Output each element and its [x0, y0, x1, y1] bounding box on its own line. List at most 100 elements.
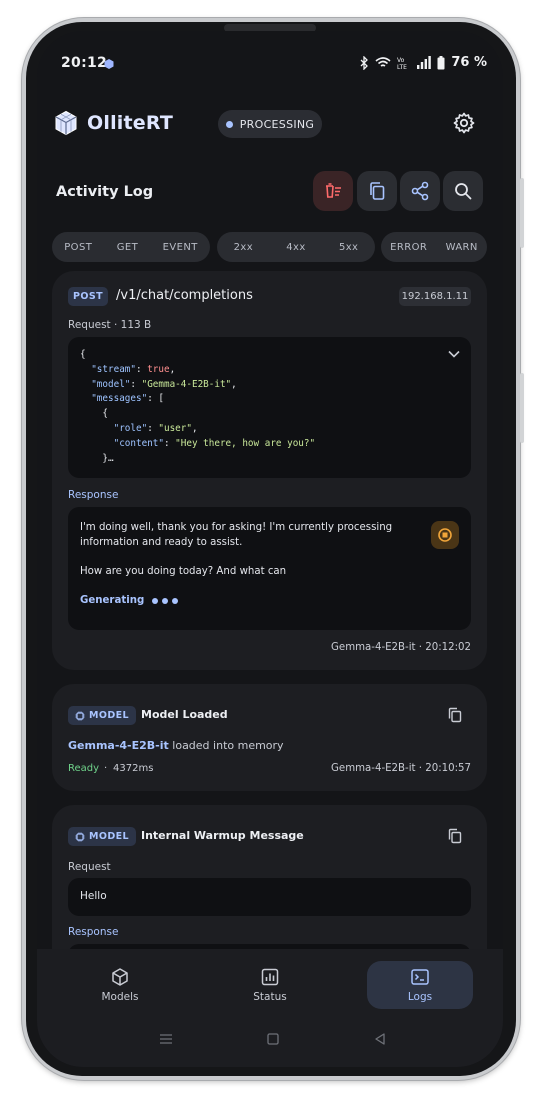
separator-dot: ·: [104, 763, 108, 774]
response-label: Response: [68, 489, 119, 501]
app-notification-icon: [104, 59, 114, 69]
nav-status-label: Status: [253, 991, 287, 1003]
warmup-request-body: Hello: [68, 878, 471, 916]
model-chip: MODEL: [68, 706, 136, 725]
clear-log-button[interactable]: [313, 171, 353, 211]
copy-icon: [370, 182, 385, 200]
filter-5xx[interactable]: 5xx: [339, 242, 358, 253]
code-line: {: [102, 408, 108, 420]
filter-event[interactable]: EVENT: [163, 242, 198, 253]
code-line: "messages": [: [91, 393, 164, 405]
activity-log-title: Activity Log: [56, 184, 154, 200]
nav-status[interactable]: Status: [217, 961, 323, 1009]
nav-logs-label: Logs: [407, 991, 433, 1003]
request-size-label: Request · 113 B: [68, 319, 152, 331]
share-log-button[interactable]: [400, 171, 440, 211]
share-icon: [411, 181, 429, 201]
filter-error[interactable]: ERROR: [390, 242, 427, 253]
model-name: Gemma-4-E2B-it: [68, 739, 169, 752]
filter-post[interactable]: POST: [64, 242, 92, 253]
processing-status-badge: PROCESSING: [218, 110, 322, 138]
copy-log-button[interactable]: [357, 171, 397, 211]
generating-label: Generating: [80, 595, 145, 606]
request-meta: Gemma-4-E2B-it · 20:12:02: [331, 642, 471, 653]
code-line: "model": "Gemma-4-E2B-it",: [91, 378, 237, 390]
volume-button: [520, 373, 524, 443]
stop-generation-button[interactable]: [431, 521, 459, 549]
code-line: "stream": true,: [91, 363, 176, 375]
model-chip-label: MODEL: [89, 831, 129, 842]
response-text: I'm doing well, thank you for asking! I'…: [80, 520, 400, 579]
nav-models-label: Models: [101, 991, 139, 1003]
response-body: I'm doing well, thank you for asking! I'…: [68, 507, 471, 630]
nav-logs[interactable]: Logs: [367, 961, 473, 1009]
ready-status: Ready: [68, 763, 100, 774]
terminal-icon: [411, 969, 429, 985]
nav-models[interactable]: Models: [67, 961, 173, 1009]
status-dot: [225, 120, 233, 128]
model-loaded-message: Gemma-4-E2B-it loaded into memory: [68, 739, 284, 752]
cube-icon: [112, 968, 128, 986]
gear-icon[interactable]: [452, 111, 476, 135]
svg-text:LTE: LTE: [397, 64, 407, 70]
status-code-filter-group: 2xx 4xx 5xx: [217, 232, 375, 262]
code-line: }…: [102, 452, 114, 464]
response-paragraph: How are you doing today? And what can: [80, 566, 287, 577]
power-button: [520, 178, 524, 248]
delete-list-icon: [326, 183, 341, 198]
generating-indicator: Generating: [80, 595, 179, 606]
status-bar: 20:12 Vo LTE 76 %: [37, 51, 503, 77]
endpoint-path: /v1/chat/completions: [116, 288, 253, 303]
response-paragraph: I'm doing well, thank you for asking! I'…: [80, 522, 393, 548]
bottom-navigation: Models Status Logs: [37, 949, 503, 1067]
model-loaded-meta: Gemma-4-E2B-it · 20:10:57: [331, 763, 471, 774]
filter-4xx[interactable]: 4xx: [286, 242, 305, 253]
loaded-text: loaded into memory: [172, 739, 284, 752]
copy-icon[interactable]: [447, 707, 463, 723]
client-ip-chip: 192.168.1.11: [399, 287, 471, 306]
code-line: {: [80, 349, 86, 360]
warmup-request-label: Request: [68, 861, 111, 873]
filter-2xx[interactable]: 2xx: [234, 242, 253, 253]
copy-icon[interactable]: [447, 828, 463, 844]
status-icons: Vo LTE 76 %: [359, 55, 487, 70]
status-text: PROCESSING: [239, 117, 315, 131]
warmup-title: Internal Warmup Message: [141, 829, 304, 842]
request-log-card[interactable]: POST /v1/chat/completions 192.168.1.11 R…: [52, 271, 487, 670]
bar-chart-icon: [261, 968, 279, 986]
method-chip: POST: [68, 287, 108, 306]
app-logo-icon: [55, 110, 77, 136]
model-chip: MODEL: [68, 827, 136, 846]
back-icon[interactable]: [373, 1032, 387, 1046]
level-filter-group: ERROR WARN: [381, 232, 487, 262]
chevron-down-icon[interactable]: [447, 347, 461, 361]
model-chip-label: MODEL: [89, 710, 129, 721]
warmup-response-label: Response: [68, 926, 119, 938]
status-time: 20:12: [61, 55, 108, 71]
wifi-icon: [375, 57, 391, 67]
app-title: OlliteRT: [87, 112, 173, 134]
stop-icon: [438, 528, 452, 542]
model-loaded-card[interactable]: MODEL Model Loaded Gemma-4-E2B-it loaded…: [52, 684, 487, 791]
search-log-button[interactable]: [443, 171, 483, 211]
screen: 20:12 Vo LTE 76 % OlliteRT PROCESSING Ac…: [37, 31, 503, 1067]
svg-text:Vo: Vo: [397, 57, 405, 64]
typing-dots: [152, 597, 179, 604]
filter-warn[interactable]: WARN: [446, 242, 478, 253]
battery-percent: 76 %: [451, 55, 487, 70]
filter-get[interactable]: GET: [117, 242, 138, 253]
load-duration: 4372ms: [113, 763, 154, 774]
model-loaded-title: Model Loaded: [141, 708, 228, 721]
bluetooth-icon: [360, 55, 369, 70]
chip-icon: [75, 711, 85, 720]
chip-icon: [75, 832, 85, 841]
request-body-code: { "stream": true, "model": "Gemma-4-E2B-…: [68, 337, 471, 478]
code-line: "content": "Hey there, how are you?": [113, 437, 316, 449]
battery-icon: [437, 55, 445, 69]
code-line: "role": "user",: [113, 422, 198, 434]
search-icon: [455, 183, 472, 200]
recents-icon[interactable]: [159, 1032, 173, 1046]
signal-icon: [417, 56, 432, 69]
home-icon[interactable]: [266, 1032, 280, 1046]
volte-icon: Vo LTE: [397, 57, 407, 70]
